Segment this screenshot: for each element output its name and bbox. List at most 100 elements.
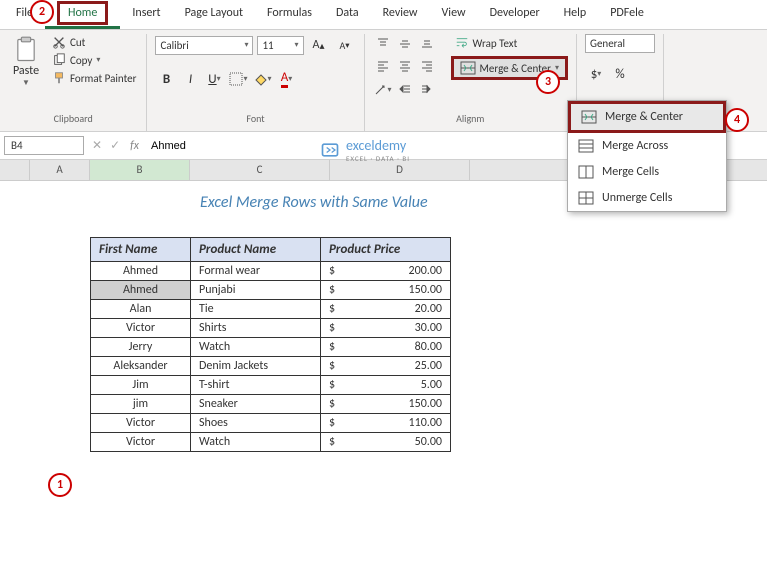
table-row[interactable]: Jerry Watch $80.00 [91, 338, 451, 357]
tab-data[interactable]: Data [324, 0, 371, 29]
cell-name[interactable]: Jim [91, 376, 191, 395]
cell-product[interactable]: Denim Jackets [191, 357, 321, 376]
select-all-corner[interactable] [0, 160, 30, 180]
logo-sub: EXCEL · DATA · BI [346, 154, 410, 163]
cell-name[interactable]: Victor [91, 414, 191, 433]
col-header-c[interactable]: C [190, 160, 330, 180]
tab-help[interactable]: Help [552, 0, 599, 29]
copy-button[interactable]: Copy▾ [50, 52, 138, 68]
cell-price[interactable]: $30.00 [321, 319, 451, 338]
align-left-button[interactable] [373, 56, 393, 76]
fx-icon[interactable]: fx [124, 139, 145, 153]
currency-button[interactable]: $▾ [585, 63, 607, 85]
italic-button[interactable]: I [179, 68, 201, 90]
cell-product[interactable]: Tie [191, 300, 321, 319]
align-top-button[interactable] [373, 34, 393, 54]
col-header-a[interactable]: A [30, 160, 90, 180]
border-button[interactable]: ▾ [227, 68, 249, 90]
cell-price[interactable]: $110.00 [321, 414, 451, 433]
cell-name[interactable]: Ahmed [91, 281, 191, 300]
merge-center-item[interactable]: Merge & Center [568, 101, 726, 133]
cell-price[interactable]: $80.00 [321, 338, 451, 357]
enter-icon[interactable]: ✓ [106, 138, 124, 153]
name-box[interactable]: B4 [4, 136, 84, 155]
table-row[interactable]: Ahmed Punjabi $150.00 [91, 281, 451, 300]
cell-price[interactable]: $150.00 [321, 395, 451, 414]
cell-product[interactable]: Watch [191, 338, 321, 357]
format-painter-button[interactable]: Format Painter [50, 70, 138, 86]
home-highlight: Home [57, 1, 108, 25]
decrease-font-button[interactable]: A▾ [334, 34, 356, 56]
align-middle-button[interactable] [395, 34, 415, 54]
cell-name[interactable]: Alan [91, 300, 191, 319]
merge-center-icon [581, 110, 597, 124]
cell-price[interactable]: $200.00 [321, 262, 451, 281]
font-color-button[interactable]: A▾ [275, 68, 297, 90]
table-row[interactable]: Ahmed Formal wear $200.00 [91, 262, 451, 281]
tab-review[interactable]: Review [371, 0, 430, 29]
tab-view[interactable]: View [430, 0, 478, 29]
percent-button[interactable]: % [609, 63, 631, 85]
cell-price[interactable]: $20.00 [321, 300, 451, 319]
table-row[interactable]: Victor Watch $50.00 [91, 433, 451, 452]
font-size-combo[interactable]: 11▾ [257, 36, 303, 55]
tab-page-layout[interactable]: Page Layout [173, 0, 255, 29]
table-row[interactable]: Alan Tie $20.00 [91, 300, 451, 319]
underline-button[interactable]: U▾ [203, 68, 225, 90]
table-row[interactable]: Victor Shirts $30.00 [91, 319, 451, 338]
cell-name[interactable]: Ahmed [91, 262, 191, 281]
align-group-label: Alignm [373, 110, 569, 127]
cell-product[interactable]: T-shirt [191, 376, 321, 395]
cut-button[interactable]: Cut [50, 34, 138, 50]
increase-indent-button[interactable] [417, 80, 437, 100]
tab-formulas[interactable]: Formulas [255, 0, 324, 29]
fill-color-button[interactable]: ▾ [251, 68, 273, 90]
table-row[interactable]: Victor Shoes $110.00 [91, 414, 451, 433]
tab-home[interactable]: Home [45, 0, 120, 29]
align-right-button[interactable] [417, 56, 437, 76]
cell-name[interactable]: Victor [91, 433, 191, 452]
table-row[interactable]: Aleksander Denim Jackets $25.00 [91, 357, 451, 376]
font-group-label: Font [155, 110, 355, 127]
col-header-d[interactable]: D [330, 160, 470, 180]
tab-pdf[interactable]: PDFele [598, 0, 656, 29]
ribbon-tabs: File Home Insert Page Layout Formulas Da… [0, 0, 767, 30]
merge-across-item-label: Merge Across [602, 139, 668, 153]
cell-product[interactable]: Shoes [191, 414, 321, 433]
cell-name[interactable]: Aleksander [91, 357, 191, 376]
tab-developer[interactable]: Developer [478, 0, 552, 29]
decrease-indent-button[interactable] [395, 80, 415, 100]
cell-name[interactable]: Victor [91, 319, 191, 338]
merge-cells-item[interactable]: Merge Cells [568, 159, 726, 185]
cell-product[interactable]: Watch [191, 433, 321, 452]
align-bottom-button[interactable] [417, 34, 437, 54]
cancel-icon[interactable]: ✕ [88, 138, 106, 153]
unmerge-cells-item[interactable]: Unmerge Cells [568, 185, 726, 211]
cell-product[interactable]: Formal wear [191, 262, 321, 281]
orientation-button[interactable]: ▾ [373, 80, 393, 100]
col-header-b[interactable]: B [90, 160, 190, 180]
align-center-button[interactable] [395, 56, 415, 76]
cell-product[interactable]: Punjabi [191, 281, 321, 300]
border-icon [229, 72, 243, 86]
bold-button[interactable]: B [155, 68, 177, 90]
wrap-text-button[interactable]: Wrap Text [451, 34, 569, 52]
copy-icon [52, 53, 66, 67]
cell-product[interactable]: Sneaker [191, 395, 321, 414]
cell-price[interactable]: $5.00 [321, 376, 451, 395]
cell-price[interactable]: $50.00 [321, 433, 451, 452]
merge-across-item[interactable]: Merge Across [568, 133, 726, 159]
table-row[interactable]: jim Sneaker $150.00 [91, 395, 451, 414]
cell-name[interactable]: jim [91, 395, 191, 414]
cell-name[interactable]: Jerry [91, 338, 191, 357]
increase-font-button[interactable]: A▴ [308, 34, 330, 56]
table-row[interactable]: Jim T-shirt $5.00 [91, 376, 451, 395]
cell-product[interactable]: Shirts [191, 319, 321, 338]
number-format-combo[interactable]: General [585, 34, 655, 53]
copy-label: Copy [70, 54, 92, 67]
font-name-combo[interactable]: Calibri▾ [155, 36, 253, 55]
tab-insert[interactable]: Insert [120, 0, 172, 29]
paste-button[interactable]: Paste ▼ [8, 34, 44, 90]
cell-price[interactable]: $150.00 [321, 281, 451, 300]
cell-price[interactable]: $25.00 [321, 357, 451, 376]
